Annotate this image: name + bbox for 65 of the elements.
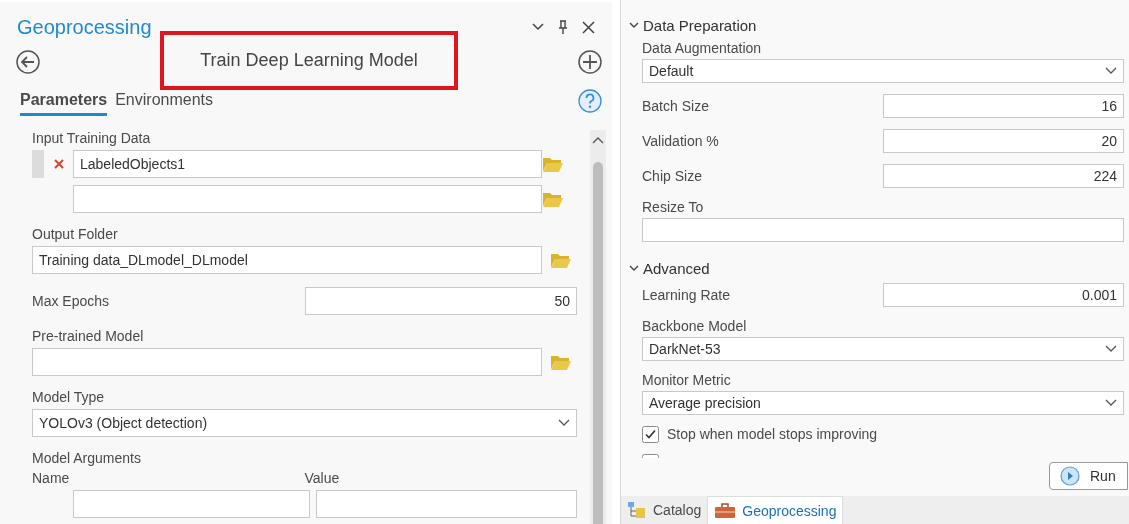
back-icon[interactable]	[16, 50, 40, 74]
dropdown-caret-icon	[1105, 399, 1117, 407]
text-field[interactable]: Training data_DLmodel_DLmodel	[32, 246, 542, 274]
section-header[interactable]: Advanced	[643, 260, 710, 277]
checkbox[interactable]	[642, 426, 659, 443]
text-field[interactable]	[32, 348, 542, 376]
catalog-icon	[627, 501, 647, 519]
tool-title: Train Deep Learning Model	[160, 30, 458, 90]
parameter-label: Max Epochs	[32, 293, 110, 309]
tab[interactable]: Parameters	[20, 86, 108, 116]
panel-tab[interactable]: Catalog	[621, 496, 708, 524]
parameter-label: Chip Size	[642, 168, 702, 184]
text-field[interactable]	[73, 185, 542, 213]
parameter-label: Resize To	[642, 199, 704, 215]
text-field[interactable]	[73, 490, 310, 518]
chevron-down-icon[interactable]	[532, 23, 544, 31]
section-header[interactable]: Data Preparation	[643, 17, 757, 34]
checkbox-label: Stop when model stops improving	[667, 427, 878, 442]
parameter-label: Batch Size	[642, 98, 709, 114]
text-field[interactable]: LabeledObjects1	[73, 150, 542, 178]
dropdown[interactable]: Average precision	[642, 391, 1124, 415]
play-icon	[1060, 466, 1080, 486]
text-field[interactable]: 20	[883, 129, 1124, 153]
column-header: Value	[304, 470, 340, 486]
scroll-up-icon[interactable]	[592, 136, 604, 144]
section-chevron-icon[interactable]	[629, 265, 639, 272]
dropdown[interactable]: DarkNet-53	[642, 337, 1124, 361]
scrollbar[interactable]	[590, 130, 606, 524]
text-field[interactable]: 0.001	[883, 283, 1124, 307]
toolbox-icon	[714, 502, 737, 519]
text-field[interactable]: 50	[304, 287, 577, 315]
folder-icon[interactable]	[550, 353, 572, 371]
dropdown-caret-icon	[558, 419, 570, 427]
dropdown[interactable]: Default	[642, 59, 1124, 83]
parameter-label: Output Folder	[32, 226, 118, 242]
parameter-label: Validation %	[642, 133, 719, 149]
section-chevron-icon[interactable]	[629, 22, 639, 29]
close-icon[interactable]	[582, 20, 595, 34]
text-field[interactable]	[316, 490, 577, 518]
folder-icon[interactable]	[550, 251, 572, 269]
parameter-label: Pre-trained Model	[32, 328, 144, 344]
column-header: Name	[32, 470, 70, 486]
text-field[interactable]	[642, 218, 1124, 242]
parameter-label: Data Augmentation	[642, 40, 762, 56]
panel-title: Geoprocessing	[17, 15, 152, 39]
run-button[interactable]: Run	[1049, 462, 1128, 490]
dropdown[interactable]: YOLOv3 (Object detection)	[32, 409, 577, 437]
add-icon[interactable]	[578, 50, 602, 74]
pin-icon[interactable]	[558, 20, 568, 34]
parameter-label: Monitor Metric	[642, 372, 731, 388]
dropdown-caret-icon	[1105, 345, 1117, 353]
drag-handle[interactable]	[32, 150, 44, 178]
help-icon[interactable]	[578, 89, 602, 113]
parameter-label: Model Type	[32, 389, 105, 405]
panel-tab[interactable]: Geoprocessing	[707, 496, 844, 524]
dropdown-caret-icon	[1105, 67, 1117, 75]
parameter-label: Learning Rate	[642, 287, 730, 303]
parameter-label: Backbone Model	[642, 318, 747, 334]
remove-icon[interactable]	[53, 159, 64, 169]
parameter-label: Model Arguments	[32, 450, 141, 466]
parameter-label: Input Training Data	[32, 130, 151, 146]
text-field[interactable]: 16	[883, 94, 1124, 118]
text-field[interactable]: 224	[883, 164, 1124, 188]
folder-icon[interactable]	[542, 190, 564, 208]
folder-icon[interactable]	[542, 155, 564, 173]
